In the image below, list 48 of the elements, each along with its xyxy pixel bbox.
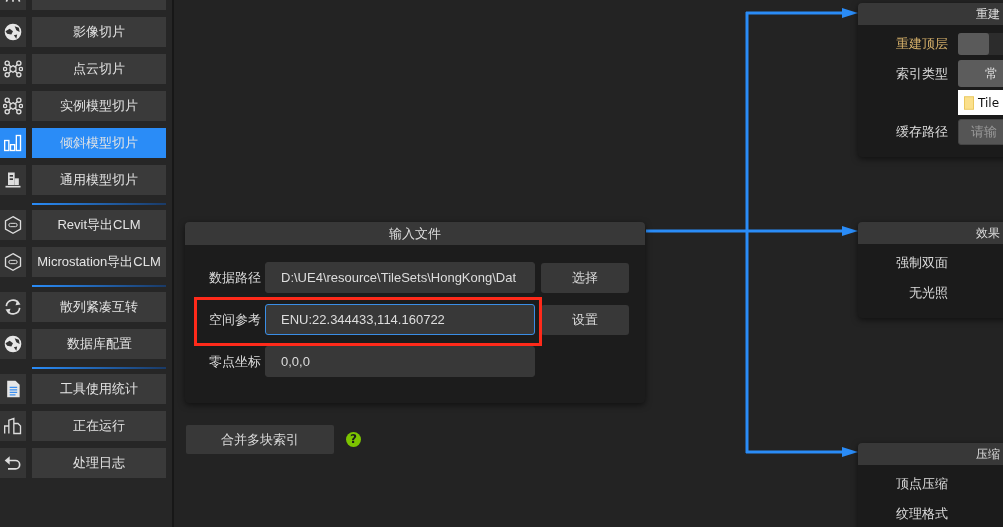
sidebar-button[interactable]: 处理日志 xyxy=(32,448,166,478)
sidebar-button[interactable]: Revit导出CLM xyxy=(32,210,166,240)
toggle-switch[interactable] xyxy=(958,32,989,55)
network-icon xyxy=(3,59,23,79)
field-button[interactable]: 选择 xyxy=(541,262,629,293)
help-icon[interactable]: ? xyxy=(346,432,361,447)
input-field[interactable]: 0,0,0 xyxy=(265,346,535,377)
sidebar-button[interactable]: 通用模型切片 xyxy=(32,165,166,195)
field-label: 零点坐标 xyxy=(208,352,261,371)
sidebar-button[interactable]: 散列紧凑互转 xyxy=(32,292,166,322)
bar-chart-icon xyxy=(3,133,23,153)
field-label: 缓存路径 xyxy=(895,122,948,141)
node-title: 压缩 xyxy=(858,443,1003,465)
hexagon-icon xyxy=(3,215,23,235)
sidebar-button[interactable]: 工具使用统计 xyxy=(32,374,166,404)
sync-icon xyxy=(3,297,23,317)
return-icon xyxy=(3,453,23,473)
field-label: 空间参考 xyxy=(208,310,261,329)
field-label: 重建顶层 xyxy=(895,34,948,53)
sidebar-button[interactable]: Microstation导出CLM xyxy=(32,247,166,277)
input-field[interactable]: 请输 xyxy=(958,118,1003,145)
field-button[interactable]: 设置 xyxy=(541,304,629,335)
panel-title: 输入文件 xyxy=(185,222,645,245)
field-label: 强制双面 xyxy=(895,253,948,272)
input-field[interactable]: D:\UE4\resource\TileSets\HongKong\Dat xyxy=(265,262,535,293)
globe-icon xyxy=(3,334,23,354)
field-label: 纹理格式 xyxy=(895,504,948,523)
building-icon xyxy=(3,170,23,190)
input-field[interactable]: ENU:22.344433,114.160722 xyxy=(265,304,535,335)
sidebar-button[interactable]: 数据库配置 xyxy=(32,329,166,359)
node-title: 效果 xyxy=(858,222,1003,244)
folder-icon xyxy=(964,95,974,110)
sidebar-button[interactable]: 点云切片 xyxy=(32,54,166,84)
field-label: 索引类型 xyxy=(895,64,948,83)
buildings-icon xyxy=(3,416,23,436)
sidebar-button[interactable]: 正在运行 xyxy=(32,411,166,441)
sidebar-button[interactable]: 实例模型切片 xyxy=(32,91,166,121)
merge-button[interactable]: 合并多块索引 xyxy=(186,425,334,454)
list-item[interactable]: Tile xyxy=(978,95,999,110)
dropdown[interactable]: 常 xyxy=(958,60,1003,87)
network-icon xyxy=(3,96,23,116)
sidebar-button[interactable]: 影像切片 xyxy=(32,17,166,47)
field-label: 数据路径 xyxy=(208,268,261,287)
field-label: 无光照 xyxy=(908,283,948,302)
globe-icon xyxy=(3,22,23,42)
field-label: 顶点压缩 xyxy=(895,474,948,493)
hexagon-icon xyxy=(3,252,23,272)
node-title: 重建 xyxy=(858,3,1003,25)
